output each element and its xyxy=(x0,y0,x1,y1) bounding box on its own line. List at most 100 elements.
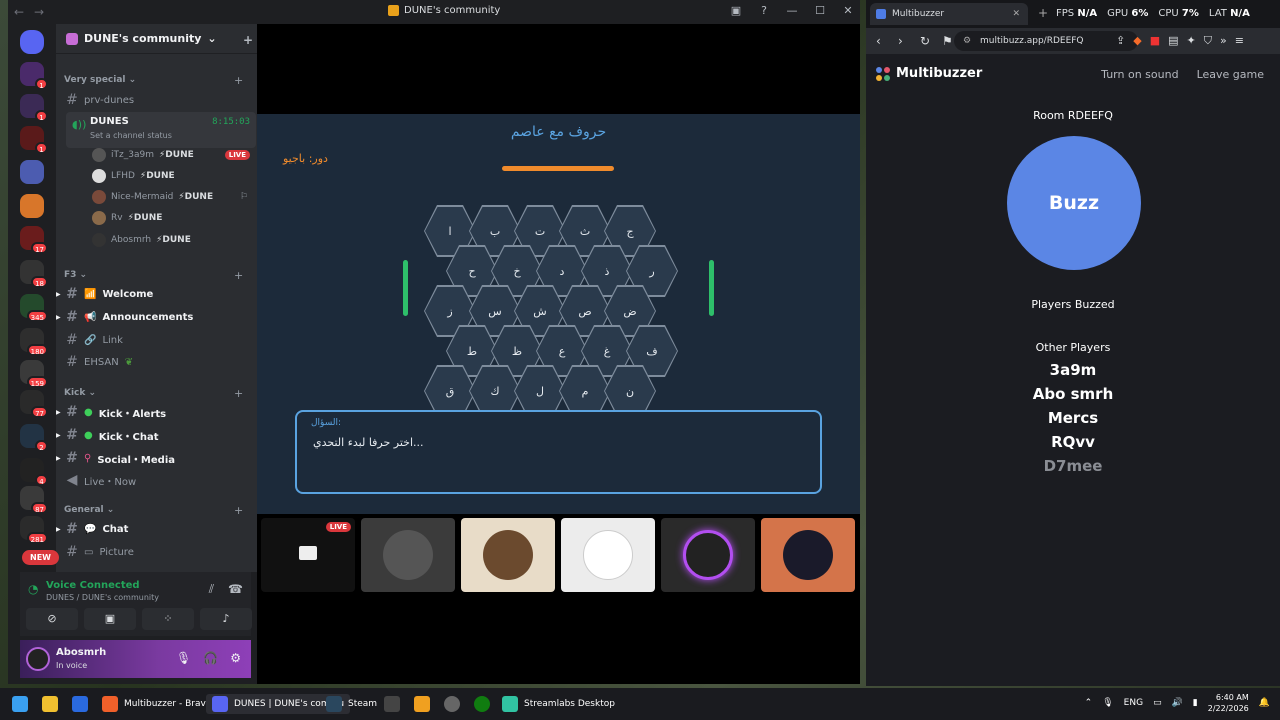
tray-overflow-icon[interactable]: ⌃ xyxy=(1085,698,1093,708)
leave-game-link[interactable]: Leave game xyxy=(1197,68,1264,81)
add-member-icon[interactable]: + xyxy=(243,33,253,47)
server-icon[interactable]: 180 xyxy=(20,328,48,356)
minimize-button[interactable]: — xyxy=(786,4,798,17)
screen-share-button[interactable]: ▣ xyxy=(84,608,136,630)
channel-announcements[interactable]: ▶ # 📢 Announcements xyxy=(56,307,250,327)
vpn-icon[interactable]: ⛉ xyxy=(1204,34,1212,48)
channel-social-media[interactable]: ▶ # ⚲ Social・Media xyxy=(56,448,250,468)
taskbar-app[interactable] xyxy=(414,694,430,714)
start-button[interactable] xyxy=(12,694,28,714)
wallet-icon[interactable]: ▤ xyxy=(1168,34,1178,48)
category-very-special[interactable]: Very special ⌄ + xyxy=(64,74,243,87)
server-icon[interactable] xyxy=(20,160,44,184)
settings-gear-icon[interactable]: ⚙ xyxy=(230,651,241,665)
server-icon[interactable]: 17 xyxy=(20,226,48,254)
channel-welcome[interactable]: ▶ # 📶 Welcome xyxy=(56,284,250,304)
new-unreads-badge[interactable]: NEW xyxy=(22,550,59,565)
voice-user[interactable]: iTz_3a9m ⚡DUNE LIVE xyxy=(92,145,250,165)
taskbar-app[interactable] xyxy=(444,694,460,714)
battery-icon[interactable]: ▮ xyxy=(1193,698,1198,708)
store-button[interactable] xyxy=(72,694,88,714)
buzz-button[interactable]: Buzz xyxy=(1007,136,1141,270)
url-field[interactable]: ⚙ multibuzz.app/RDEEFQ xyxy=(954,31,1138,51)
channel-kick-chat[interactable]: ▶ # ● Kick・Chat xyxy=(56,425,250,445)
add-channel-icon[interactable]: + xyxy=(234,74,243,87)
new-tab-button[interactable]: + xyxy=(1038,6,1048,20)
signal-strength-icon[interactable]: ◔ xyxy=(28,582,38,596)
notifications-icon[interactable]: 🔔 xyxy=(1259,698,1270,708)
close-tab-icon[interactable]: ✕ xyxy=(1012,9,1020,19)
server-icon[interactable]: 345 xyxy=(20,294,48,322)
taskbar-app[interactable] xyxy=(384,694,400,714)
share-icon[interactable]: ⇪ xyxy=(1116,34,1125,48)
voice-channel-dunes[interactable]: ◖)) DUNES 8:15:03 Set a channel status xyxy=(66,112,256,148)
site-info-icon[interactable]: ⚙ xyxy=(963,31,971,51)
participant-tile[interactable] xyxy=(661,518,755,592)
taskbar-xbox[interactable] xyxy=(474,694,490,714)
participant-tile[interactable] xyxy=(461,518,555,592)
server-icon-active[interactable] xyxy=(20,194,44,218)
network-icon[interactable]: ▭ xyxy=(1153,698,1162,708)
disconnect-icon[interactable]: ☎ xyxy=(228,582,243,597)
server-icon[interactable]: 159 xyxy=(20,360,48,388)
stream-tile[interactable]: LIVE xyxy=(261,518,355,592)
reload-icon[interactable]: ↻ xyxy=(920,34,932,48)
menu-icon[interactable]: ≡ xyxy=(1235,34,1244,48)
server-icon[interactable]: 1 xyxy=(20,62,48,90)
brand[interactable]: Multibuzzer xyxy=(876,66,982,81)
server-icon[interactable]: 1 xyxy=(20,94,48,122)
participant-tile[interactable] xyxy=(561,518,655,592)
server-header[interactable]: DUNE's community ⌄ + xyxy=(56,24,257,54)
brave-shields-icon[interactable]: ◆ xyxy=(1133,34,1141,48)
soundboard-button[interactable]: ♪ xyxy=(200,608,252,630)
server-icon[interactable]: 77 xyxy=(20,390,48,418)
volume-icon[interactable]: 🔊 xyxy=(1172,698,1183,708)
voice-user[interactable]: Abosmrh ⚡DUNE xyxy=(92,230,250,250)
more-icon[interactable]: » xyxy=(1220,34,1227,48)
channel-live-now[interactable]: ◀ Live・Now xyxy=(60,470,250,490)
maximize-button[interactable]: ☐ xyxy=(814,4,826,17)
add-channel-icon[interactable]: + xyxy=(234,269,243,282)
discord-home-icon[interactable] xyxy=(20,30,44,54)
channel-status[interactable]: Set a channel status xyxy=(90,131,172,140)
back-arrow-icon[interactable]: ← xyxy=(14,5,28,19)
noise-suppression-icon[interactable]: ⫽ xyxy=(209,582,214,597)
stream-view[interactable]: حروف مع عاصم دور: باجيو ابتثجحخدذرزسشصضط… xyxy=(257,24,860,684)
server-icon[interactable]: 4 xyxy=(20,458,48,486)
close-button[interactable]: ✕ xyxy=(842,4,854,17)
microphone-icon[interactable]: 🎙 xyxy=(176,651,191,665)
server-icon[interactable]: 1 xyxy=(20,126,48,154)
clock[interactable]: 6:40 AM 2/22/2026 xyxy=(1208,692,1249,714)
activities-button[interactable]: ⁘ xyxy=(142,608,194,630)
channel-ehsan[interactable]: # EHSAN ❦ xyxy=(60,352,250,372)
avatar[interactable] xyxy=(26,647,50,671)
channel-chat[interactable]: ▶ # 💬 Chat xyxy=(56,519,250,539)
camera-off-button[interactable]: ⊘ xyxy=(26,608,78,630)
taskbar-brave[interactable]: Multibuzzer - Brave xyxy=(102,694,211,714)
forward-icon[interactable]: › xyxy=(898,34,910,48)
server-icon[interactable]: 87 xyxy=(20,486,48,514)
add-channel-icon[interactable]: + xyxy=(234,387,243,400)
screen-share-icon[interactable]: ▣ xyxy=(730,4,742,17)
help-icon[interactable]: ? xyxy=(758,4,770,17)
turn-on-sound-link[interactable]: Turn on sound xyxy=(1101,68,1178,81)
category-kick[interactable]: Kick ⌄ + xyxy=(64,387,243,400)
extension-icon[interactable]: ✦ xyxy=(1187,34,1196,48)
microphone-icon[interactable]: 🎙 xyxy=(1102,698,1113,708)
category-f3[interactable]: F3 ⌄ + xyxy=(64,269,243,282)
voice-user[interactable]: Rv ⚡DUNE xyxy=(92,208,250,228)
server-icon[interactable]: 2 xyxy=(20,424,48,452)
participant-tile[interactable] xyxy=(761,518,855,592)
language-indicator[interactable]: ENG xyxy=(1124,698,1143,708)
taskbar-streamlabs[interactable]: Streamlabs Desktop xyxy=(502,694,615,714)
channel-prv-dunes[interactable]: # prv-dunes xyxy=(60,90,250,110)
voice-user[interactable]: LFHD ⚡DUNE xyxy=(92,166,250,186)
forward-arrow-icon[interactable]: → xyxy=(34,5,48,19)
bookmark-icon[interactable]: ⚑ xyxy=(942,34,954,48)
channel-kick-alerts[interactable]: ▶ # ● Kick・Alerts xyxy=(56,402,250,422)
category-general[interactable]: General ⌄ + xyxy=(64,504,243,517)
taskbar-steam[interactable]: Steam xyxy=(326,694,377,714)
add-channel-icon[interactable]: + xyxy=(234,504,243,517)
pdf-extension-icon[interactable]: ■ xyxy=(1150,34,1160,48)
back-icon[interactable]: ‹ xyxy=(876,34,888,48)
